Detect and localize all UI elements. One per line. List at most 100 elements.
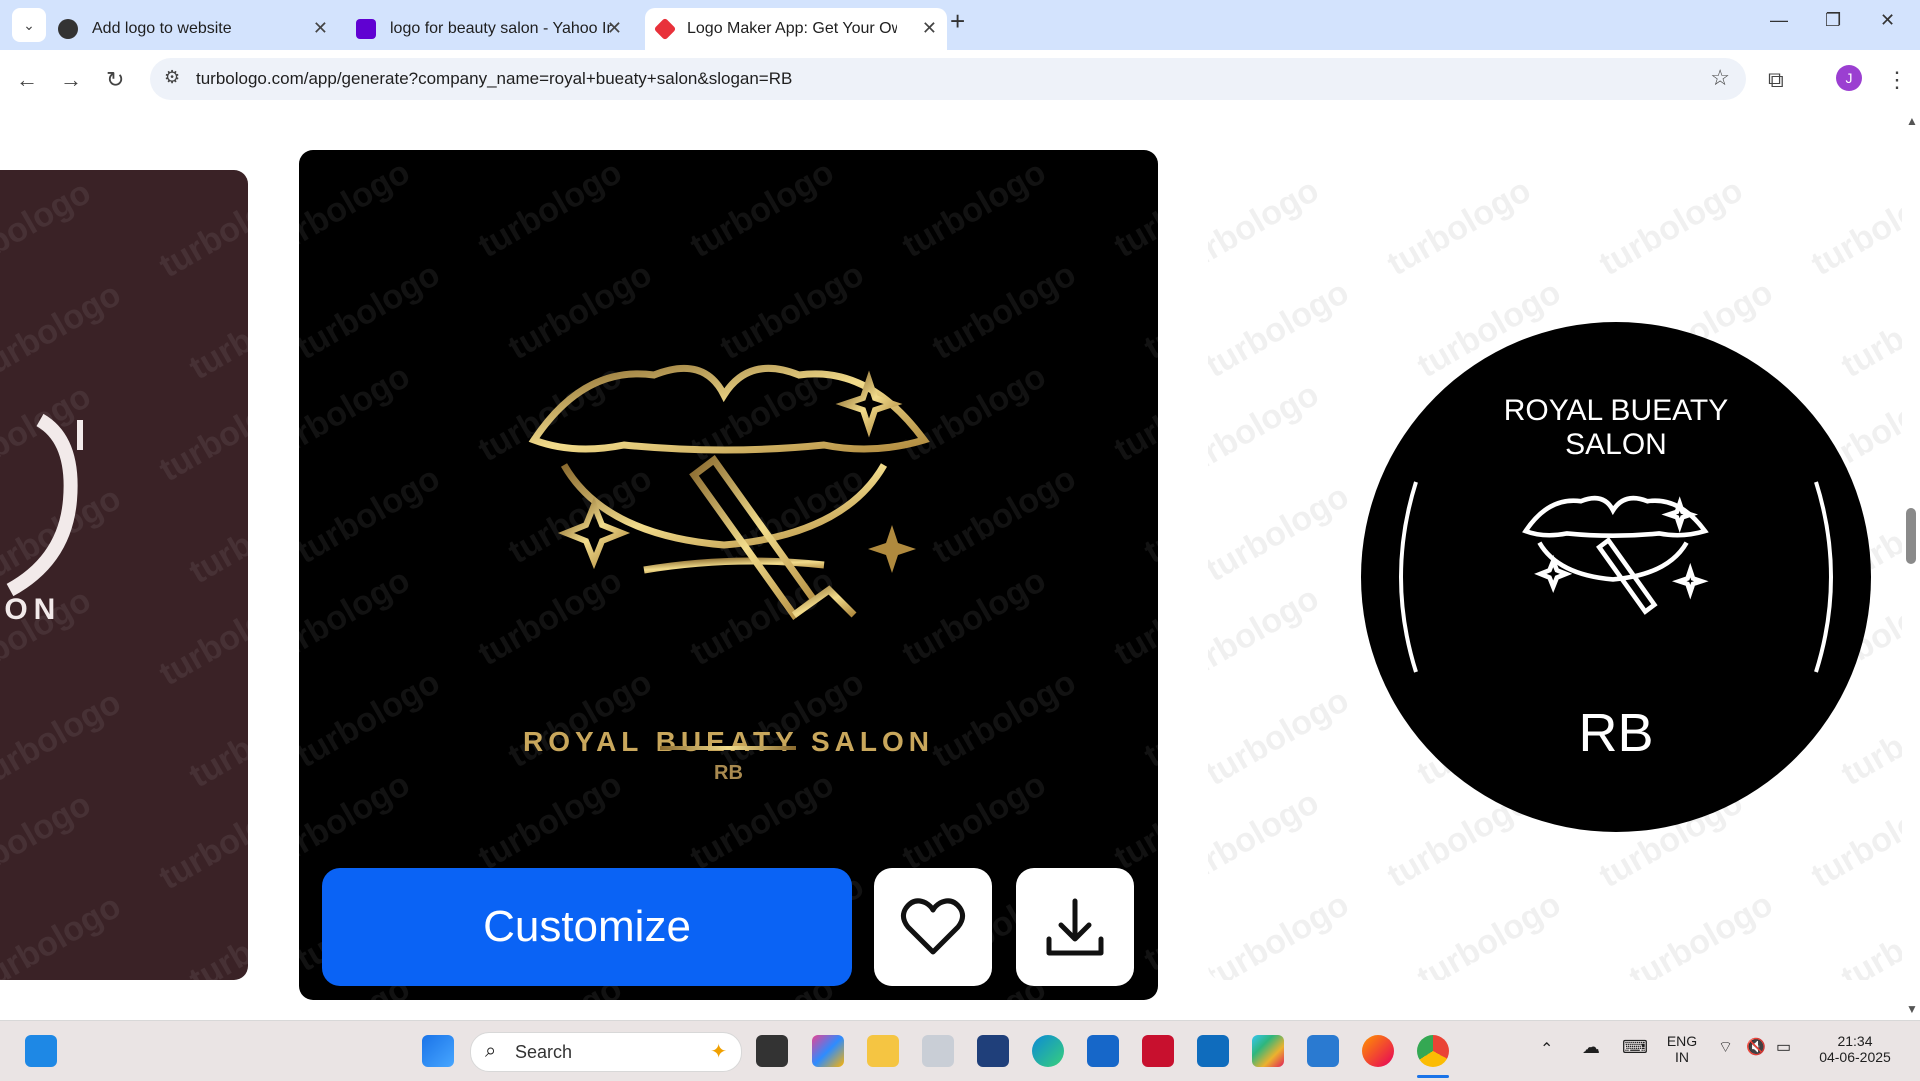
mcafee-icon[interactable]: [1142, 1035, 1174, 1067]
dell-icon[interactable]: [977, 1035, 1009, 1067]
back-icon[interactable]: ←: [16, 67, 38, 93]
url-text[interactable]: turbologo.com/app/generate?company_name=…: [196, 69, 792, 89]
store-icon[interactable]: [1087, 1035, 1119, 1067]
windows-start-icon[interactable]: [422, 1035, 454, 1067]
watermark-text: turbologo: [0, 886, 128, 980]
watermark-text: turbologo: [0, 274, 128, 388]
active-app-indicator: [1417, 1075, 1449, 1078]
watermark-text: turbologo: [1208, 374, 1326, 488]
watermark-text: turbologo: [152, 580, 248, 694]
tab-add-logo[interactable]: Add logo to website ✕: [58, 8, 338, 50]
volume-muted-icon[interactable]: 🔇: [1746, 1037, 1766, 1057]
watermark-text: turbologo: [1410, 884, 1568, 980]
close-tab-icon[interactable]: ✕: [313, 18, 328, 39]
watermark-text: turbologo: [925, 254, 1083, 368]
close-tab-icon[interactable]: ✕: [607, 18, 622, 39]
new-tab-button[interactable]: +: [950, 6, 965, 37]
widgets-icon[interactable]: [25, 1035, 57, 1067]
scroll-up-icon[interactable]: ▲: [1906, 114, 1918, 128]
page-content: turbologo turbologo turbologo turbologo turb…: [0, 108, 1920, 1020]
slogan-text: RB: [1578, 703, 1654, 763]
lips-logo-icon: [528, 364, 930, 620]
file-explorer-icon[interactable]: [867, 1035, 899, 1067]
menu-dots-icon[interactable]: ⋮: [1886, 67, 1908, 93]
heart-icon: [900, 898, 966, 955]
clock-time: 21:34: [1837, 1033, 1873, 1049]
logo-card-right[interactable]: turbologo turbologo turbologo turbologo turb…: [1208, 168, 1920, 980]
reload-icon[interactable]: ↻: [106, 67, 124, 93]
show-hidden-icons[interactable]: ⌃: [1540, 1039, 1553, 1059]
logo-card-main[interactable]: turbologo turbologo turbologo turbologo turb…: [299, 150, 1158, 1000]
copilot-sparkle-icon: ✦: [710, 1041, 727, 1063]
watermark-text: turbologo: [925, 662, 1083, 776]
openai-icon: [58, 19, 78, 39]
watermark-text: turbologo: [1208, 782, 1326, 896]
scroll-down-icon[interactable]: ▼: [1906, 1002, 1918, 1016]
download-button[interactable]: [1016, 868, 1134, 986]
watermark-text: turbologo: [501, 662, 659, 776]
slack-icon[interactable]: [1252, 1035, 1284, 1067]
tab-logo-maker[interactable]: Logo Maker App: Get Your Own ✕: [645, 8, 947, 50]
tab-yahoo[interactable]: logo for beauty salon - Yahoo Ir ✕: [356, 8, 632, 50]
firefox-icon[interactable]: [1362, 1035, 1394, 1067]
watermark-text: turbologo: [0, 682, 128, 796]
watermark-text: turbologo: [1208, 680, 1356, 794]
watermark-text: turbologo: [299, 254, 447, 368]
circle-badge: ROYAL BUEATY SALON RB: [1361, 322, 1871, 832]
watermark-text: turbologo: [182, 682, 248, 796]
watermark-text: turbologo: [1107, 356, 1158, 470]
extensions-icon[interactable]: ⧉: [1768, 67, 1784, 93]
address-bar[interactable]: ⚙ turbologo.com/app/generate?company_nam…: [150, 58, 1746, 100]
watermark-text: turbologo: [299, 152, 417, 266]
watermark-text: turbologo: [925, 458, 1083, 572]
clock[interactable]: 21:34 04-06-2025: [1810, 1033, 1900, 1065]
watermark-text: turbologo: [1208, 272, 1356, 386]
close-window-icon[interactable]: ✕: [1880, 10, 1895, 31]
task-view-icon[interactable]: [756, 1035, 788, 1067]
profile-avatar[interactable]: J: [1836, 65, 1862, 91]
logo-card-left[interactable]: turbologo turbologo turbologo turbologo turb…: [0, 170, 248, 980]
browser-toolbar: ← → ↻ ⚙ turbologo.com/app/generate?compa…: [0, 50, 1920, 109]
lang-code: ENG: [1666, 1033, 1698, 1049]
tab-strip: ⌄ Add logo to website ✕ logo for beauty …: [0, 0, 1920, 50]
bookmark-star-icon[interactable]: ☆: [1710, 65, 1730, 91]
watermark-text: turbologo: [1137, 866, 1158, 980]
edge-icon[interactable]: [1032, 1035, 1064, 1067]
photos-icon[interactable]: [922, 1035, 954, 1067]
watermark-text: turbologo: [152, 784, 248, 898]
windows-taskbar: ⌕ Search ✦ ⌃ ☁ ⌨ ENG IN ⌔ 🔇 ▭ 21:34 04-0…: [0, 1020, 1920, 1081]
chrome-icon[interactable]: [1417, 1035, 1449, 1067]
tab-search-icon[interactable]: ⌄: [12, 8, 46, 42]
watermark-text: turbologo: [0, 784, 98, 898]
restore-icon[interactable]: ❐: [1825, 10, 1841, 31]
battery-icon[interactable]: ▭: [1776, 1037, 1791, 1057]
favorite-button[interactable]: [874, 868, 992, 986]
watermark-text: turbologo: [1380, 170, 1538, 284]
page-scrollbar[interactable]: ▲ ▼: [1902, 108, 1920, 1020]
outlook-icon[interactable]: [1197, 1035, 1229, 1067]
language-indicator[interactable]: ENG IN: [1662, 1033, 1702, 1065]
watermark-text: turbologo: [1622, 884, 1780, 980]
watermark-text: turbologo: [501, 254, 659, 368]
keyboard-icon[interactable]: ⌨: [1622, 1037, 1648, 1058]
search-label: Search: [515, 1042, 573, 1062]
site-info-icon[interactable]: ⚙: [164, 67, 180, 88]
scroll-thumb[interactable]: [1906, 508, 1916, 564]
company-name-text: ROYAL BUEATY SALON: [522, 726, 934, 757]
company-name-line1: ROYAL BUEATY: [1503, 394, 1729, 427]
watermark-text: turbologo: [152, 172, 248, 286]
partial-monogram: [6, 413, 83, 597]
close-tab-icon[interactable]: ✕: [922, 18, 937, 39]
watermark-text: turbologo: [683, 152, 841, 266]
onedrive-icon[interactable]: ☁: [1582, 1037, 1600, 1058]
watermark-text: turbologo: [1208, 578, 1326, 692]
forward-icon[interactable]: →: [60, 67, 82, 93]
divider-line: [660, 746, 796, 750]
customize-button[interactable]: Customize: [322, 868, 852, 986]
taskbar-search[interactable]: ⌕ Search ✦: [470, 1032, 742, 1072]
wifi-icon[interactable]: ⌔: [1718, 1037, 1733, 1057]
minimize-icon[interactable]: —: [1770, 10, 1788, 31]
watermark-text: turbologo: [0, 172, 98, 286]
vscode-icon[interactable]: [1307, 1035, 1339, 1067]
copilot-icon[interactable]: [812, 1035, 844, 1067]
